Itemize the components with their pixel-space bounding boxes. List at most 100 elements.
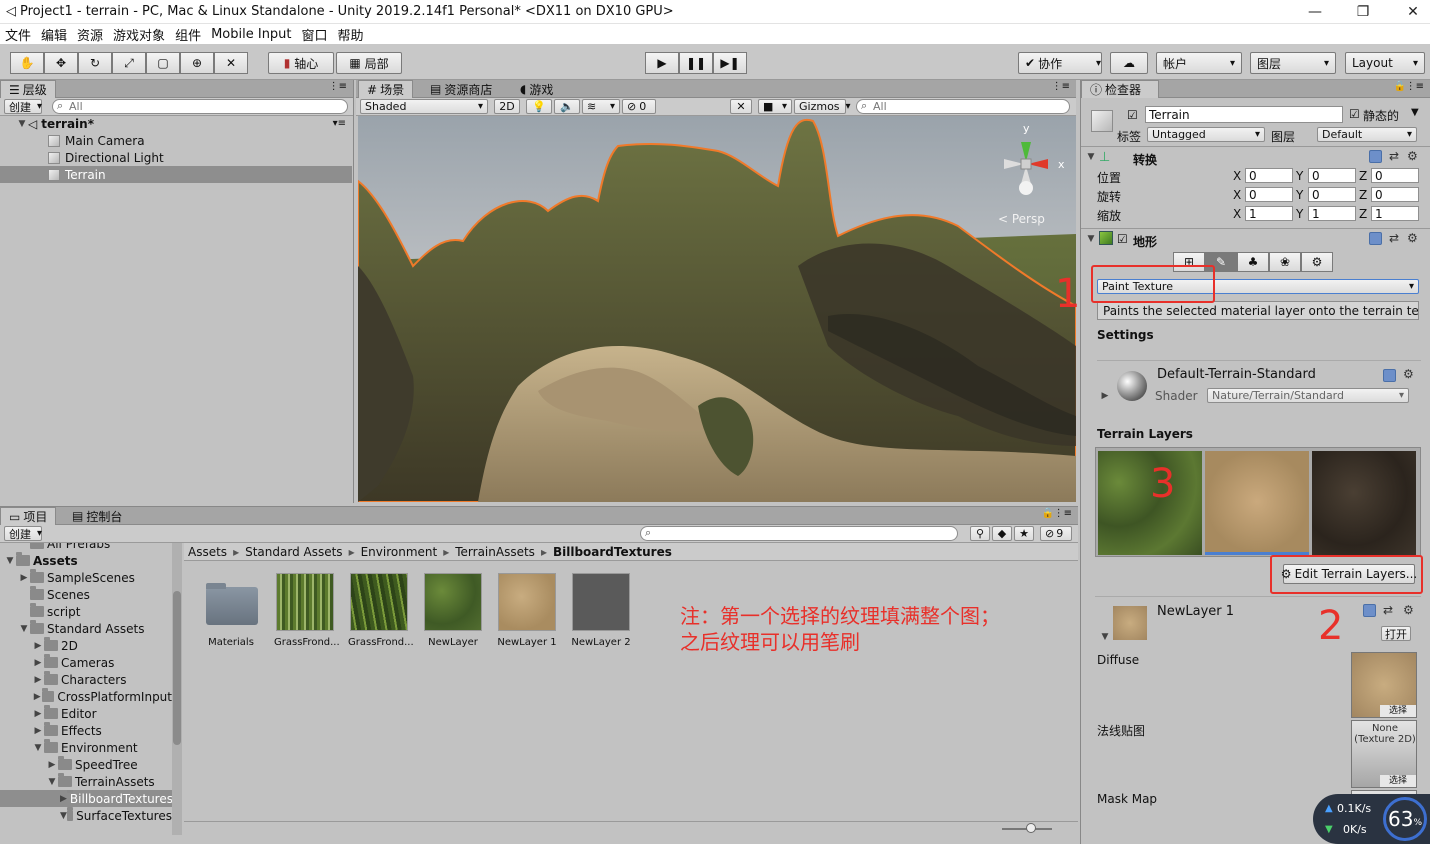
scrollbar-thumb[interactable] [173, 591, 181, 745]
2d-toggle[interactable]: 2D [494, 99, 520, 114]
scene-search-input[interactable]: All [856, 99, 1070, 114]
favorites-icon[interactable]: ★ [1014, 526, 1034, 541]
panel-menu-icon[interactable]: ⋮≡ [1406, 81, 1424, 92]
expand-arrow-icon[interactable]: ▶ [32, 658, 44, 668]
transform-y-field[interactable]: 1 [1308, 206, 1356, 221]
shading-dropdown[interactable]: Shaded [360, 99, 488, 114]
panel-menu-icon[interactable]: ⋮≡ [1054, 508, 1072, 519]
perspective-label[interactable]: < Persp [998, 212, 1045, 226]
tree-item[interactable]: ▶ CrossPlatformInput [0, 688, 172, 705]
expand-arrow-icon[interactable]: ▼ [60, 811, 67, 821]
tab-game[interactable]: ◖ 游戏 [512, 80, 561, 98]
breadcrumb-item[interactable]: TerrainAssets [455, 545, 535, 559]
paint-details-icon[interactable]: ❀ [1269, 252, 1301, 272]
expand-arrow-icon[interactable]: ▼ [1085, 234, 1097, 244]
camera-icon[interactable]: ■ [758, 99, 792, 114]
transform-z-field[interactable]: 0 [1371, 168, 1419, 183]
asset-item[interactable]: GrassFrond... [348, 573, 414, 648]
tree-item[interactable]: ▶ Characters [0, 671, 172, 688]
menu-mobile-input[interactable]: Mobile Input [211, 27, 291, 42]
preset-icon[interactable]: ⇄ [1389, 231, 1399, 245]
scene-row[interactable]: ▼ ◁ terrain* ▾≡ [0, 115, 352, 132]
tree-item[interactable]: Scenes [0, 586, 172, 603]
expand-arrow-icon[interactable]: ▶ [32, 709, 44, 719]
preset-icon[interactable]: ⇄ [1389, 149, 1399, 163]
expand-arrow-icon[interactable]: ▼ [46, 777, 58, 787]
expand-arrow-icon[interactable]: ▶ [32, 726, 44, 736]
breadcrumb-item[interactable]: Assets [188, 545, 227, 559]
hierarchy-search-input[interactable]: All [52, 99, 348, 114]
asset-item[interactable]: NewLayer 2 [570, 573, 632, 648]
tools-icon[interactable]: ✕ [730, 99, 752, 114]
expand-arrow-icon[interactable]: ▼ [1085, 152, 1097, 162]
minimize-button[interactable]: — [1292, 0, 1338, 24]
menu-gameobject[interactable]: 游戏对象 [113, 25, 165, 44]
tree-item[interactable]: ▶ SpeedTree [0, 756, 172, 773]
gear-icon[interactable]: ⚙ [1403, 367, 1414, 381]
gizmos-dropdown[interactable]: Gizmos [794, 99, 846, 114]
select-button[interactable]: 选择 [1380, 775, 1416, 787]
scene-menu-icon[interactable]: ▾≡ [333, 118, 346, 129]
tree-item[interactable]: ▶ SampleScenes [0, 569, 172, 586]
tab-hierarchy[interactable]: ☰ 层级 [0, 80, 56, 98]
tab-scene[interactable]: # 场景 [358, 80, 414, 98]
open-button[interactable]: 打开 [1381, 626, 1411, 641]
terrain-layer-dirt[interactable] [1312, 451, 1416, 555]
menu-edit[interactable]: 编辑 [41, 25, 67, 44]
tab-asset-store[interactable]: ▤ 资源商店 [422, 80, 500, 98]
tab-console[interactable]: ▤ 控制台 [64, 507, 130, 525]
transform-z-field[interactable]: 1 [1371, 206, 1419, 221]
menu-assets[interactable]: 资源 [77, 25, 103, 44]
expand-arrow-icon[interactable]: ▶ [1099, 391, 1111, 401]
maximize-button[interactable]: ❐ [1340, 0, 1386, 24]
zoom-slider-thumb[interactable] [1026, 823, 1036, 833]
breadcrumb-item[interactable]: Standard Assets [245, 545, 342, 559]
hidden-fx-toggle[interactable]: ⊘ 0 [622, 99, 656, 114]
rect-tool-icon[interactable]: ▢ [146, 52, 180, 74]
audio-icon[interactable]: 🔈 [554, 99, 580, 114]
lock-icon[interactable]: 🔒 [1042, 508, 1054, 519]
expand-arrow-icon[interactable]: ▶ [32, 692, 42, 702]
layers-dropdown[interactable]: 图层 [1250, 52, 1336, 74]
layout-dropdown[interactable]: Layout [1345, 52, 1425, 74]
tree-item[interactable]: All Prefabs [0, 543, 172, 552]
expand-arrow-icon[interactable]: ▶ [32, 675, 44, 685]
lock-icon[interactable]: 🔒 [1394, 81, 1406, 92]
move-tool-icon[interactable]: ✥ [44, 52, 78, 74]
tree-item[interactable]: ▼ Environment [0, 739, 172, 756]
transform-y-field[interactable]: 0 [1308, 168, 1356, 183]
tree-item[interactable]: ▶ Cameras [0, 654, 172, 671]
gear-icon[interactable]: ⚙ [1403, 603, 1414, 617]
expand-arrow-icon[interactable]: ▼ [4, 556, 16, 566]
tree-item[interactable]: ▶ Effects [0, 722, 172, 739]
gear-icon[interactable]: ⚙ [1407, 231, 1418, 245]
chevron-down-icon[interactable]: ▼ [1411, 107, 1419, 118]
static-checkbox[interactable]: ☑ [1349, 107, 1360, 121]
asset-item[interactable]: Materials [200, 573, 262, 648]
scale-tool-icon[interactable]: ⤢ [112, 52, 146, 74]
hidden-packages-toggle[interactable]: ⊘ 9 [1040, 526, 1072, 541]
hand-tool-icon[interactable]: ✋ [10, 52, 44, 74]
transform-y-field[interactable]: 0 [1308, 187, 1356, 202]
tree-item[interactable]: ▼ Assets [0, 552, 172, 569]
account-dropdown[interactable]: 帐户 [1156, 52, 1242, 74]
active-checkbox[interactable]: ☑ [1127, 108, 1138, 122]
help-icon[interactable] [1369, 150, 1382, 163]
transform-x-field[interactable]: 1 [1245, 206, 1293, 221]
help-icon[interactable] [1363, 604, 1376, 617]
layer-dropdown[interactable]: Default [1317, 127, 1417, 142]
expand-arrow-icon[interactable]: ▼ [16, 119, 28, 129]
orientation-gizmo[interactable]: y x [986, 122, 1066, 204]
expand-arrow-icon[interactable]: ▶ [60, 794, 67, 804]
terrain-settings-icon[interactable]: ⚙ [1301, 252, 1333, 272]
asset-item[interactable]: GrassFrond... [274, 573, 340, 648]
terrain-layer-sand[interactable] [1205, 451, 1309, 555]
transform-x-field[interactable]: 0 [1245, 187, 1293, 202]
search-by-type-icon[interactable]: ⚲ [970, 526, 990, 541]
gear-icon[interactable]: ⚙ [1407, 149, 1418, 163]
tree-item[interactable]: script [0, 603, 172, 620]
menu-file[interactable]: 文件 [5, 25, 31, 44]
expand-arrow-icon[interactable]: ▼ [32, 743, 44, 753]
menu-help[interactable]: 帮助 [338, 25, 364, 44]
tab-project[interactable]: ▭ 项目 [0, 507, 57, 525]
